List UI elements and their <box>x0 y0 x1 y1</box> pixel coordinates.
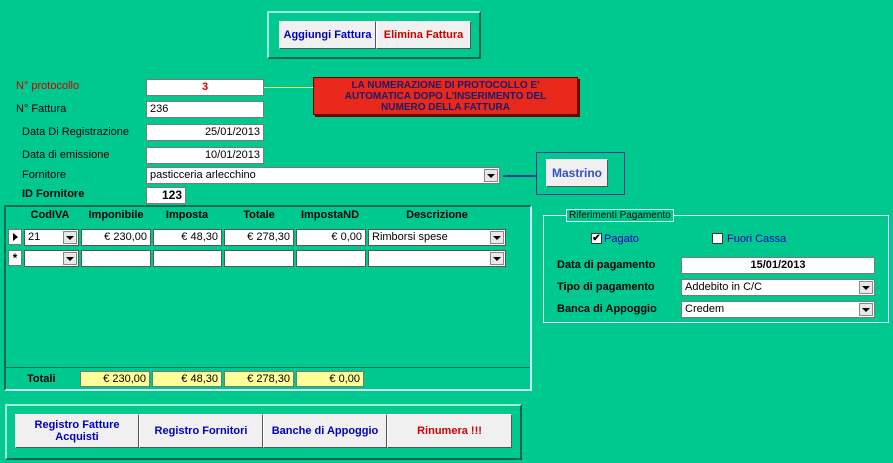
notice-line-1: LA NUMERAZIONE DI PROTOCOLLO E' <box>351 80 540 91</box>
supplier-id-field: 123 <box>146 187 186 204</box>
new-row-marker-icon: * <box>12 251 18 265</box>
payment-group-title: Riferimenti Pagamento <box>566 209 674 222</box>
supplier-dropdown[interactable]: pasticceria arlecchino <box>146 167 500 184</box>
add-invoice-button[interactable]: Aggiungi Fattura <box>279 21 376 49</box>
header-imposta: Imposta <box>165 209 209 221</box>
total-impostand: € 0,00 <box>296 371 364 387</box>
registration-date-label: Data Di Registrazione <box>22 126 129 138</box>
notice-line-2: AUTOMATICA DOPO L'INSERIMENTO DEL <box>344 91 547 102</box>
invoice-number-label: N° Fattura <box>16 103 67 115</box>
current-row-selector-icon[interactable] <box>8 229 22 245</box>
totals-separator <box>6 367 530 368</box>
notice-line-3: NUMERO DELLA FATTURA <box>381 102 510 113</box>
header-totale: Totale <box>243 209 275 221</box>
header-descrizione: Descrizione <box>406 209 468 221</box>
bank-value: Credem <box>685 303 725 315</box>
row-totale-cell[interactable]: € 278,30 <box>224 229 294 246</box>
bank-dropdown-arrow-icon[interactable] <box>859 303 873 316</box>
off-cash-checkbox[interactable] <box>712 233 723 244</box>
row-codiva-value: 21 <box>28 231 41 243</box>
registry-suppliers-button[interactable]: Registro Fornitori <box>139 414 263 448</box>
payment-type-dropdown[interactable]: Addebito in C/C <box>681 279 875 296</box>
notice-box: LA NUMERAZIONE DI PROTOCOLLO E' AUTOMATI… <box>313 77 578 115</box>
row-impostand-cell[interactable]: € 0,00 <box>296 229 366 246</box>
supplier-value: pasticceria arlecchino <box>150 169 256 181</box>
new-codiva-dropdown-arrow-icon[interactable] <box>63 252 77 265</box>
codiva-dropdown-arrow-icon[interactable] <box>63 231 77 244</box>
row-imponibile-cell[interactable]: € 230,00 <box>81 229 151 246</box>
bank-dropdown[interactable]: Credem <box>681 301 875 318</box>
payment-date-label: Data di pagamento <box>557 259 656 271</box>
new-row-totale-cell[interactable] <box>224 250 294 267</box>
descrizione-dropdown-arrow-icon[interactable] <box>490 231 504 244</box>
paid-label: Pagato <box>604 233 639 245</box>
notice-connector <box>264 87 314 88</box>
header-codiva: CodIVA <box>30 209 70 221</box>
totals-label: Totali <box>27 373 56 385</box>
row-imposta-cell[interactable]: € 48,30 <box>153 229 222 246</box>
header-impostand: ImpostaND <box>300 209 360 221</box>
total-imponibile: € 230,00 <box>80 371 150 387</box>
payment-type-label: Tipo di pagamento <box>557 281 655 293</box>
row-descrizione-combo[interactable]: Rimborsi spese <box>368 229 506 246</box>
registration-date-field[interactable]: 25/01/2013 <box>146 124 264 141</box>
row-descrizione-value: Rimborsi spese <box>372 231 448 243</box>
off-cash-label: Fuori Cassa <box>727 233 787 245</box>
new-row-imponibile-cell[interactable] <box>81 250 151 267</box>
bank-label: Banca di Appoggio <box>557 303 657 315</box>
delete-invoice-button[interactable]: Elimina Fattura <box>376 21 471 49</box>
protocol-field[interactable]: 3 <box>146 79 264 96</box>
row-codiva-combo[interactable]: 21 <box>24 229 79 246</box>
banks-button[interactable]: Banche di Appoggio <box>263 414 387 448</box>
ledger-button[interactable]: Mastrino <box>546 159 608 187</box>
total-imposta: € 48,30 <box>152 371 222 387</box>
header-imponibile: Imponibile <box>88 209 144 221</box>
new-descrizione-dropdown-arrow-icon[interactable] <box>490 252 504 265</box>
new-row-selector[interactable]: * <box>8 250 22 266</box>
supplier-dropdown-arrow-icon[interactable] <box>484 169 498 182</box>
payment-type-value: Addebito in C/C <box>685 281 763 293</box>
ledger-connector <box>503 175 537 177</box>
protocol-label: N° protocollo <box>16 80 80 92</box>
invoice-number-field[interactable]: 236 <box>146 101 264 118</box>
paid-checkbox[interactable]: ✔ <box>591 233 602 244</box>
new-row-descrizione-combo[interactable] <box>368 250 506 267</box>
issue-date-field[interactable]: 10/01/2013 <box>146 147 264 164</box>
supplier-id-label: ID Fornitore <box>22 188 85 200</box>
supplier-label: Fornitore <box>22 169 67 181</box>
payment-type-dropdown-arrow-icon[interactable] <box>859 281 873 294</box>
new-row-imposta-cell[interactable] <box>153 250 222 267</box>
renumber-button[interactable]: Rinumera !!! <box>387 414 512 448</box>
total-totale: € 278,30 <box>224 371 294 387</box>
new-row-codiva-combo[interactable] <box>24 250 79 267</box>
new-row-impostand-cell[interactable] <box>296 250 366 267</box>
issue-date-label: Data di emissione <box>22 149 110 161</box>
payment-date-field[interactable]: 15/01/2013 <box>681 257 875 274</box>
registry-invoices-button[interactable]: Registro Fatture Acquisti <box>15 414 139 448</box>
